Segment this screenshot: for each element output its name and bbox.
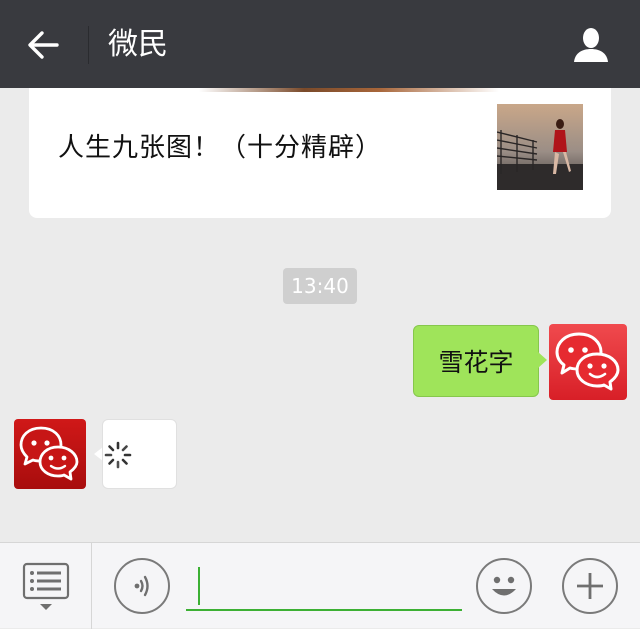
plus-icon bbox=[577, 573, 603, 599]
photo-thumbnail bbox=[497, 104, 583, 190]
back-button[interactable] bbox=[20, 22, 66, 68]
arrow-left-icon bbox=[28, 31, 59, 59]
wechat-logo-icon bbox=[555, 332, 620, 391]
received-message-bubble bbox=[102, 419, 177, 489]
person-icon bbox=[574, 28, 608, 62]
wechat-logo-icon bbox=[19, 426, 79, 481]
sent-bubble-tail bbox=[538, 352, 547, 368]
input-bar-divider bbox=[91, 543, 92, 629]
list-menu-icon bbox=[22, 562, 70, 610]
more-options-button[interactable] bbox=[562, 558, 618, 614]
my-avatar[interactable] bbox=[549, 324, 627, 400]
text-cursor bbox=[198, 567, 200, 605]
chat-title: 微民 bbox=[108, 27, 168, 62]
sent-message-bubble[interactable]: 雪花字 bbox=[413, 325, 539, 397]
contact-avatar[interactable] bbox=[14, 419, 86, 489]
article-title: 人生九张图！（十分精辟） bbox=[58, 133, 383, 163]
article-thumbnail bbox=[497, 104, 583, 190]
message-timestamp: 13:40 bbox=[283, 268, 357, 304]
voice-button[interactable] bbox=[114, 558, 170, 614]
loading-spinner-icon bbox=[104, 441, 132, 469]
emoji-icon bbox=[492, 576, 516, 596]
menu-toggle-button[interactable] bbox=[20, 561, 72, 613]
header-divider bbox=[88, 26, 89, 64]
voice-icon bbox=[134, 575, 149, 597]
top-bar: 微民 bbox=[0, 0, 640, 88]
article-card[interactable]: 人生九张图！（十分精辟） bbox=[29, 88, 611, 218]
profile-button[interactable] bbox=[568, 22, 614, 68]
card-top-shadow bbox=[199, 88, 499, 92]
input-bar bbox=[0, 542, 640, 629]
message-input[interactable] bbox=[186, 563, 462, 611]
emoji-button[interactable] bbox=[476, 558, 532, 614]
